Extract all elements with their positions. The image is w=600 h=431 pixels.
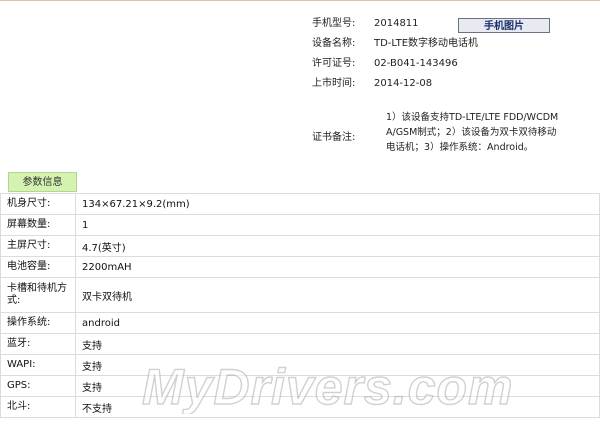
model-label: 手机型号: (312, 18, 356, 29)
params-section-tab[interactable]: 参数信息 (8, 172, 77, 192)
license-label: 许可证号: (312, 58, 356, 69)
param-value: 1 (75, 214, 600, 236)
param-value: 不支持 (75, 396, 600, 418)
param-key: 主屏尺寸: (0, 235, 76, 257)
phone-photo-button[interactable]: 手机图片 (458, 18, 550, 33)
table-row: 操作系统: android (0, 312, 600, 334)
certificate-remark-label: 证书备注: (312, 132, 356, 143)
device-name-label: 设备名称: (312, 38, 356, 49)
launch-date-row: 上市时间: 2014-12-08 (312, 74, 600, 94)
param-value: 支持 (75, 333, 600, 355)
device-info-panel: 手机型号: 2014811 手机图片 设备名称: TD-LTE数字移动电话机 许… (312, 14, 600, 153)
top-divider (0, 0, 600, 1)
table-row: WAPI: 支持 (0, 354, 600, 376)
model-value: 2014811 (374, 18, 419, 29)
license-row: 许可证号: 02-B041-143496 (312, 54, 600, 74)
launch-date-value: 2014-12-08 (374, 78, 433, 89)
param-key: 蓝牙: (0, 333, 76, 355)
table-row: 蓝牙: 支持 (0, 333, 600, 355)
param-value: 双卡双待机 (75, 277, 600, 313)
param-key: 机身尺寸: (0, 193, 76, 215)
table-row: 北斗: 不支持 (0, 396, 600, 418)
param-key: 卡槽和待机方式: (0, 277, 76, 313)
param-key: 电池容量: (0, 256, 76, 278)
param-value: 134×67.21×9.2(mm) (75, 193, 600, 215)
license-value: 02-B041-143496 (374, 58, 458, 69)
param-key: 北斗: (0, 396, 76, 418)
param-key: GPS: (0, 375, 76, 397)
param-value: 4.7(英寸) (75, 235, 600, 257)
param-value: 支持 (75, 354, 600, 376)
param-key: WAPI: (0, 354, 76, 376)
table-row: 卡槽和待机方式: 双卡双待机 (0, 277, 600, 313)
table-row: 主屏尺寸: 4.7(英寸) (0, 235, 600, 257)
launch-date-label: 上市时间: (312, 78, 356, 89)
param-key: 屏幕数量: (0, 214, 76, 236)
params-table: 机身尺寸: 134×67.21×9.2(mm) 屏幕数量: 1 主屏尺寸: 4.… (0, 193, 600, 418)
param-value: 支持 (75, 375, 600, 397)
model-row: 手机型号: 2014811 手机图片 (312, 14, 600, 34)
table-row: 屏幕数量: 1 (0, 214, 600, 236)
device-name-row: 设备名称: TD-LTE数字移动电话机 (312, 34, 600, 54)
certificate-remark-value: 1）该设备支持TD-LTE/LTE FDD/WCDMA/GSM制式；2）该设备为… (386, 112, 559, 153)
table-row: 机身尺寸: 134×67.21×9.2(mm) (0, 193, 600, 215)
param-value: android (75, 312, 600, 334)
table-row: 电池容量: 2200mAH (0, 256, 600, 278)
param-key: 操作系统: (0, 312, 76, 334)
table-row: GPS: 支持 (0, 375, 600, 397)
param-value: 2200mAH (75, 256, 600, 278)
device-name-value: TD-LTE数字移动电话机 (374, 38, 479, 49)
